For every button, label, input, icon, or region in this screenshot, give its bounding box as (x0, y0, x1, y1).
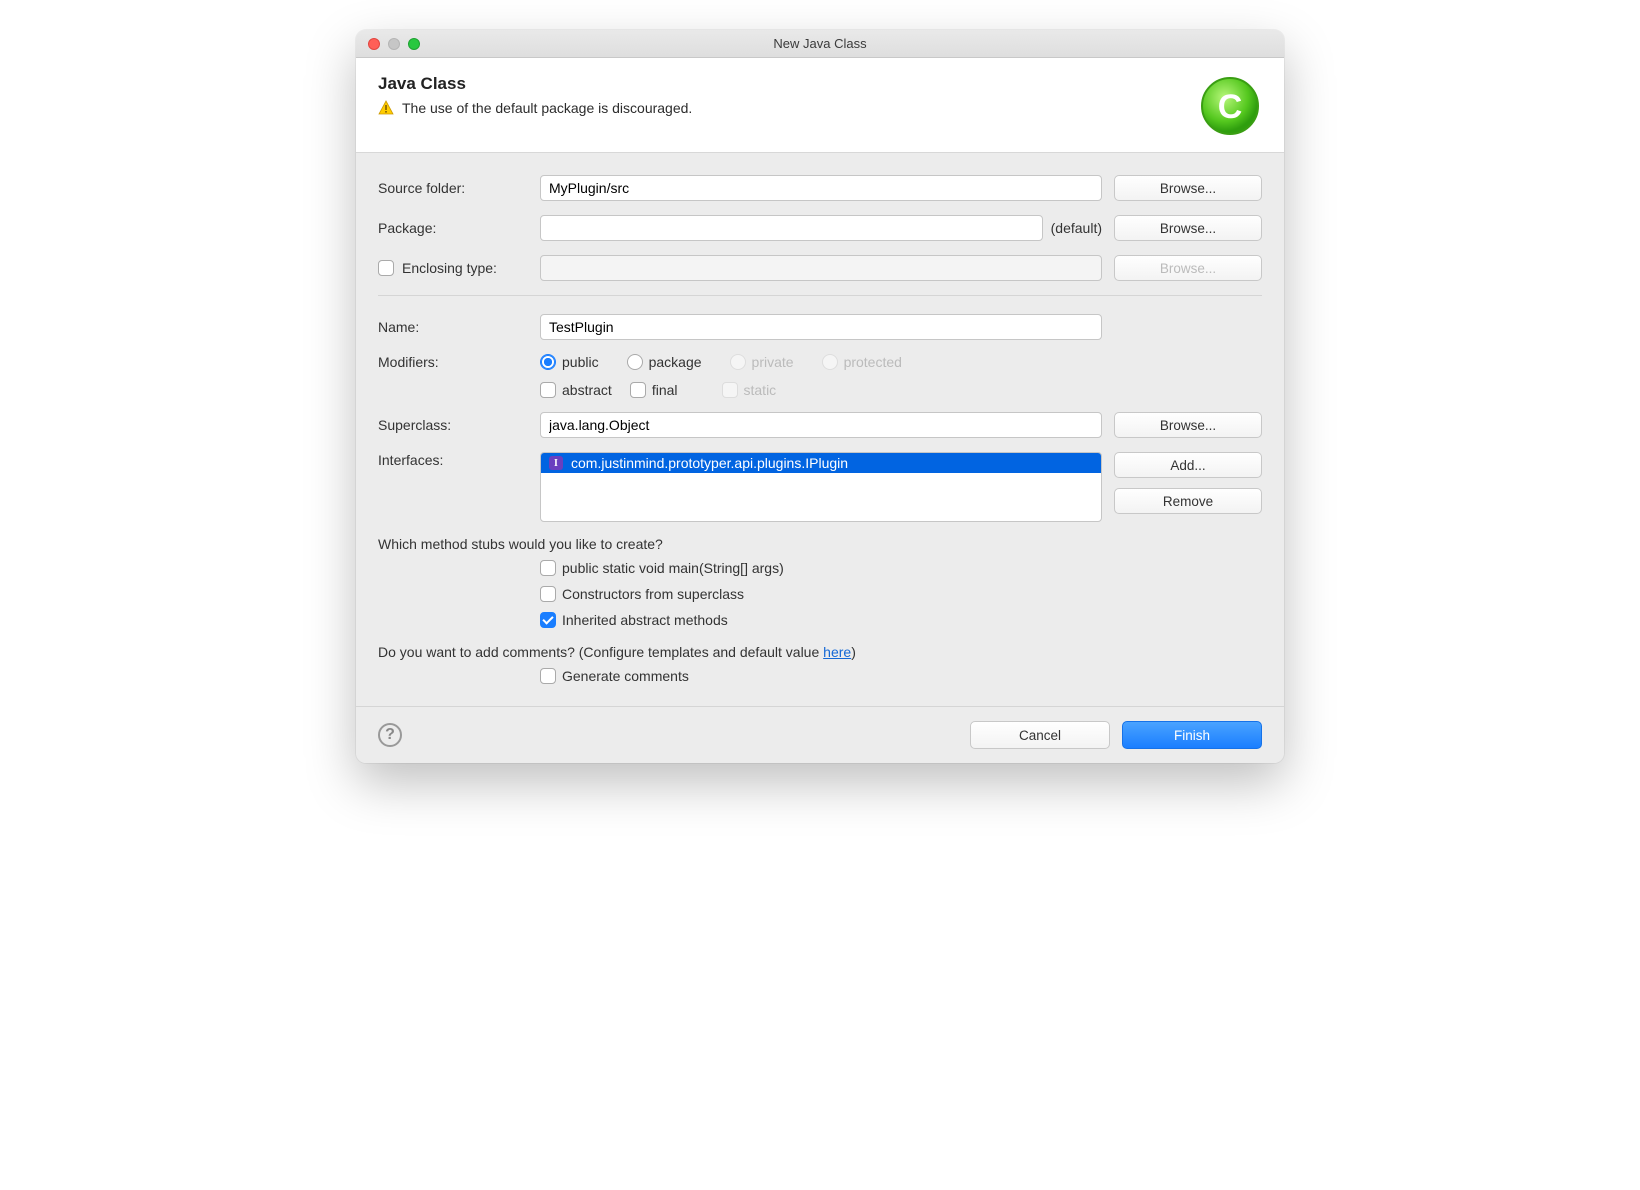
finish-button[interactable]: Finish (1122, 721, 1262, 749)
stubs-question: Which method stubs would you like to cre… (378, 536, 1262, 552)
modifier-static-checkbox (722, 382, 738, 398)
stub-inherited-checkbox[interactable] (540, 612, 556, 628)
page-title: Java Class (378, 74, 1198, 94)
source-folder-input[interactable] (540, 175, 1102, 201)
interfaces-label: Interfaces: (378, 452, 528, 468)
comments-question-prefix: Do you want to add comments? (Configure … (378, 644, 823, 660)
warning-text: The use of the default package is discou… (402, 100, 692, 116)
enclosing-type-input (540, 255, 1102, 281)
modifier-final-checkbox[interactable] (630, 382, 646, 398)
modifier-abstract-checkbox[interactable] (540, 382, 556, 398)
superclass-input[interactable] (540, 412, 1102, 438)
titlebar: New Java Class (356, 30, 1284, 58)
superclass-label: Superclass: (378, 417, 528, 433)
package-input[interactable] (540, 215, 1043, 241)
modifier-public-radio[interactable] (540, 354, 556, 370)
svg-text:C: C (1218, 88, 1243, 126)
stub-constructors-label: Constructors from superclass (562, 586, 744, 602)
name-input[interactable] (540, 314, 1102, 340)
package-browse-button[interactable]: Browse... (1114, 215, 1262, 241)
modifier-protected-radio (822, 354, 838, 370)
modifier-private-label: private (752, 354, 794, 370)
warning-icon (378, 100, 394, 116)
dialog-footer: ? Cancel Finish (356, 706, 1284, 763)
name-label: Name: (378, 319, 528, 335)
interfaces-add-button[interactable]: Add... (1114, 452, 1262, 478)
interface-item-label: com.justinmind.prototyper.api.plugins.IP… (571, 455, 848, 471)
source-folder-browse-button[interactable]: Browse... (1114, 175, 1262, 201)
interfaces-remove-button[interactable]: Remove (1114, 488, 1262, 514)
cancel-button[interactable]: Cancel (970, 721, 1110, 749)
superclass-browse-button[interactable]: Browse... (1114, 412, 1262, 438)
stub-inherited-label: Inherited abstract methods (562, 612, 728, 628)
modifiers-label: Modifiers: (378, 354, 528, 370)
modifier-final-label: final (652, 382, 678, 398)
enclosing-type-browse-button: Browse... (1114, 255, 1262, 281)
wizard-logo-icon: C (1198, 74, 1262, 138)
source-folder-label: Source folder: (378, 180, 528, 196)
divider (378, 295, 1262, 296)
modifier-package-radio[interactable] (627, 354, 643, 370)
interface-icon: I (549, 456, 563, 470)
package-default-tag: (default) (1051, 220, 1102, 236)
modifier-abstract-label: abstract (562, 382, 612, 398)
generate-comments-checkbox[interactable] (540, 668, 556, 684)
modifier-private-radio (730, 354, 746, 370)
dialog-header: Java Class The use of the default packag… (356, 58, 1284, 153)
help-icon[interactable]: ? (378, 723, 402, 747)
modifier-package-label: package (649, 354, 702, 370)
modifier-static-label: static (744, 382, 777, 398)
stub-constructors-checkbox[interactable] (540, 586, 556, 602)
package-label: Package: (378, 220, 528, 236)
modifier-protected-label: protected (844, 354, 902, 370)
interfaces-list[interactable]: I com.justinmind.prototyper.api.plugins.… (540, 452, 1102, 522)
dialog-window: New Java Class Java Class The use of the… (356, 30, 1284, 763)
comments-question-suffix: ) (851, 644, 856, 660)
comments-question: Do you want to add comments? (Configure … (378, 644, 1262, 660)
enclosing-type-checkbox[interactable] (378, 260, 394, 276)
stub-main-checkbox[interactable] (540, 560, 556, 576)
stub-main-label: public static void main(String[] args) (562, 560, 784, 576)
configure-templates-link[interactable]: here (823, 644, 851, 660)
generate-comments-label: Generate comments (562, 668, 689, 684)
window-title: New Java Class (356, 36, 1284, 51)
interface-item[interactable]: I com.justinmind.prototyper.api.plugins.… (541, 453, 1101, 473)
enclosing-type-label: Enclosing type: (402, 260, 497, 276)
modifier-public-label: public (562, 354, 599, 370)
form-body: Source folder: Browse... Package: (defau… (356, 153, 1284, 706)
